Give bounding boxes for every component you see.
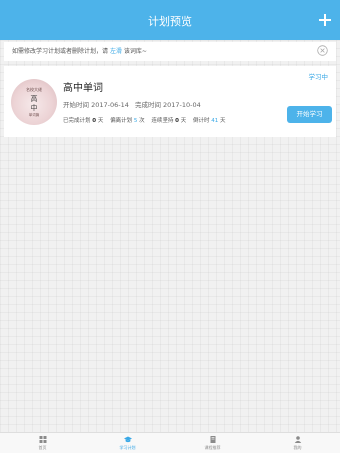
book-icon [210, 436, 215, 443]
tab-me-label: 我的 [293, 445, 302, 450]
bottom-tab-bar: 首页 学习计划 课程推荐 我的 [0, 432, 340, 453]
tab-home[interactable]: 首页 [0, 433, 85, 453]
plus-icon[interactable] [317, 12, 333, 28]
streak-label: 连续坚持 [151, 118, 174, 124]
user-icon [294, 436, 301, 443]
tab-course-recommend-label: 课程推荐 [204, 445, 221, 450]
plan-card[interactable]: 学习中 名校大佬 高 中 单词篇 高中单词 开始时间 2017-06-14 完成… [4, 66, 336, 137]
plan-stats: 已完成计划 0 天 偏离计划 5 次 连续坚持 0 天 倒计时 41 天 [63, 116, 226, 124]
status-badge: 学习中 [308, 73, 329, 81]
end-date-value: 2017-10-04 [163, 101, 201, 109]
tab-study-plan-label: 学习计划 [119, 445, 136, 450]
hint-text: 如需修改学习计划或者删除计划，请 左滑 该词库~ [12, 42, 147, 61]
tab-home-label: 首页 [38, 445, 47, 450]
remain-unit: 天 [220, 118, 226, 124]
start-date-value: 2017-06-14 [91, 101, 129, 109]
behind-label: 偏离计划 [110, 118, 133, 124]
tab-me[interactable]: 我的 [255, 433, 340, 453]
end-date-label: 完成时间 [134, 101, 161, 109]
close-circle-icon[interactable] [317, 45, 328, 56]
app-header: 计划预览 [0, 0, 340, 40]
hint-swipe-link: 左滑 [109, 48, 122, 55]
behind-unit: 次 [139, 118, 145, 124]
page-title: 计划预览 [148, 15, 192, 28]
home-grid-icon [39, 436, 46, 443]
hint-suffix: 该词库~ [123, 48, 147, 55]
cover-brand: 名校大佬 [26, 87, 42, 92]
tab-course-recommend[interactable]: 课程推荐 [170, 433, 255, 453]
graduation-cap-icon [123, 436, 132, 443]
plan-name: 高中单词 [63, 83, 103, 94]
done-label: 已完成计划 [63, 118, 91, 124]
behind-value: 5 [133, 118, 138, 124]
done-unit: 天 [97, 118, 104, 124]
tab-study-plan[interactable]: 学习计划 [85, 433, 170, 453]
cover-title-line2: 中 [30, 104, 38, 112]
streak-unit: 天 [180, 118, 187, 124]
done-value: 0 [92, 118, 97, 124]
cover-subtitle: 单词篇 [28, 113, 40, 117]
plan-dates: 开始时间 2017-06-14 完成时间 2017-10-04 [63, 99, 201, 109]
remain-value: 41 [211, 118, 219, 124]
start-date-label: 开始时间 [63, 101, 89, 109]
hint-bar: 如需修改学习计划或者删除计划，请 左滑 该词库~ [4, 42, 336, 61]
hint-prefix: 如需修改学习计划或者删除计划，请 [12, 48, 109, 55]
start-learning-button[interactable]: 开始学习 [287, 106, 332, 123]
streak-value: 0 [175, 118, 179, 124]
book-cover-image: 名校大佬 高 中 单词篇 [11, 79, 57, 125]
remain-label: 倒计时 [193, 118, 210, 124]
